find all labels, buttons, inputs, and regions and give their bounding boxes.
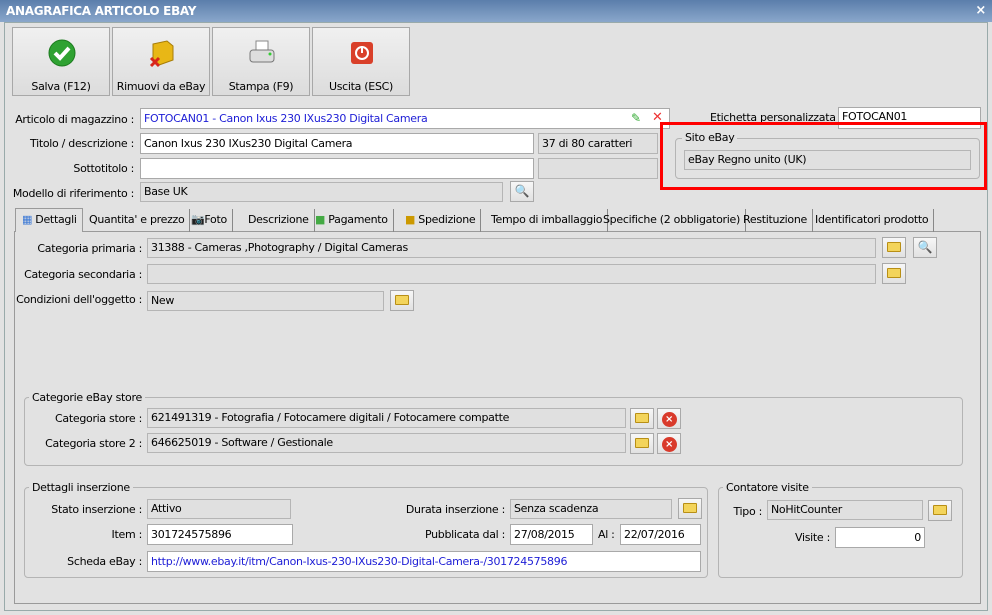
payment-icon: ■ xyxy=(315,213,326,226)
inserzione-legend: Dettagli inserzione xyxy=(29,481,133,494)
save-label: Salva (F12) xyxy=(31,80,91,93)
visite-field[interactable]: 0 xyxy=(835,527,925,548)
search-icon: 🔍 xyxy=(514,184,530,198)
search-icon: 🔍 xyxy=(917,240,933,254)
tipo-field: NoHitCounter xyxy=(767,500,923,520)
title-bar: ANAGRAFICA ARTICOLO EBAY xyxy=(0,0,992,22)
folder-icon xyxy=(887,242,901,252)
box-remove-icon xyxy=(149,40,174,68)
cat-secondaria-browse-button[interactable] xyxy=(882,263,906,284)
tab-spedizione[interactable]: ■ Spedizione xyxy=(400,209,482,232)
cat-primaria-browse-button[interactable] xyxy=(882,237,906,258)
scheda-link[interactable]: http://www.ebay.it/itm/Canon-Ixus-230-IX… xyxy=(147,551,701,572)
sottotitolo-label: Sottotitolo : xyxy=(73,162,134,175)
tab-pagamento[interactable]: ■ Pagamento xyxy=(310,209,394,232)
store1-label: Categoria store : xyxy=(55,412,142,425)
folder-icon xyxy=(887,268,901,278)
char-count: 37 di 80 caratteri xyxy=(538,133,658,154)
condizioni-browse-button[interactable] xyxy=(390,290,414,311)
store2-browse-button[interactable] xyxy=(630,433,654,454)
printer-icon xyxy=(249,40,275,63)
al-label: Al : xyxy=(598,528,615,541)
remove-label: Rimuovi da eBay xyxy=(116,80,206,93)
al-field[interactable]: 22/07/2016 xyxy=(620,524,701,545)
exit-label: Uscita (ESC) xyxy=(328,80,394,93)
store-legend: Categorie eBay store xyxy=(29,391,145,404)
tab-specifiche[interactable]: Specifiche (2 obbligatorie) xyxy=(598,209,746,232)
condizioni-field: New xyxy=(147,291,384,311)
pubblicata-field[interactable]: 27/08/2015 xyxy=(510,524,593,545)
tab-restituzione[interactable]: Restituzione xyxy=(738,209,814,232)
exit-button[interactable]: Uscita (ESC) xyxy=(312,27,410,96)
pubblicata-label: Pubblicata dal : xyxy=(424,528,505,541)
store1-field: 621491319 - Fotografia / Fotocamere digi… xyxy=(147,408,626,428)
store1-delete-button[interactable]: × xyxy=(657,408,681,429)
sottotitolo-count xyxy=(538,158,658,179)
visite-label: Visite : xyxy=(794,531,830,544)
camera-icon: 📷 xyxy=(191,213,205,226)
close-button[interactable]: × xyxy=(975,3,986,18)
tab-tempo-imballaggio[interactable]: Tempo di imballaggio xyxy=(486,209,609,232)
cat-primaria-search-button[interactable]: 🔍 xyxy=(913,237,937,258)
shipping-icon: ■ xyxy=(405,213,416,226)
cat-secondaria-field xyxy=(147,264,876,284)
folder-icon xyxy=(395,295,409,305)
item-field[interactable]: 301724575896 xyxy=(147,524,293,545)
titolo-label: Titolo / descrizione : xyxy=(30,137,134,150)
folder-icon xyxy=(635,438,649,448)
tab-label: Spedizione xyxy=(418,213,476,226)
save-button[interactable]: Salva (F12) xyxy=(12,27,110,96)
power-icon xyxy=(351,42,373,64)
tab-identificatori[interactable]: Identificatori prodotto xyxy=(810,209,935,232)
cat-primaria-label: Categoria primaria : xyxy=(37,242,142,255)
check-icon xyxy=(48,39,76,67)
store2-field: 646625019 - Software / Gestionale xyxy=(147,433,626,453)
tipo-label: Tipo : xyxy=(733,505,762,518)
durata-field: Senza scadenza xyxy=(510,499,672,519)
tab-label: Pagamento xyxy=(328,213,388,226)
durata-label: Durata inserzione : xyxy=(405,503,505,516)
sottotitolo-field[interactable] xyxy=(140,158,534,179)
durata-browse-button[interactable] xyxy=(678,498,702,519)
tab-foto[interactable]: 📷Foto xyxy=(186,209,233,232)
delete-icon: × xyxy=(661,412,677,427)
tab-descrizione[interactable]: Descrizione xyxy=(243,209,315,232)
folder-icon xyxy=(933,505,947,515)
store2-delete-button[interactable]: × xyxy=(657,433,681,454)
cat-primaria-field: 31388 - Cameras ,Photography / Digital C… xyxy=(147,238,876,258)
condizioni-label: Condizioni dell'oggetto : xyxy=(16,293,142,306)
folder-icon xyxy=(635,413,649,423)
delete-icon: × xyxy=(661,437,677,452)
scheda-label: Scheda eBay : xyxy=(67,555,142,568)
modello-search-button[interactable]: 🔍 xyxy=(510,181,534,202)
window-title: ANAGRAFICA ARTICOLO EBAY xyxy=(6,4,197,18)
print-button[interactable]: Stampa (F9) xyxy=(212,27,310,96)
modello-label: Modello di riferimento : xyxy=(12,187,134,200)
store1-browse-button[interactable] xyxy=(630,408,654,429)
tab-dettagli[interactable]: ▦ Dettagli xyxy=(15,208,83,232)
articolo-field[interactable]: FOTOCAN01 - Canon Ixus 230 IXus230 Digit… xyxy=(140,108,670,129)
store2-label: Categoria store 2 : xyxy=(45,437,142,450)
remove-from-ebay-button[interactable]: Rimuovi da eBay xyxy=(112,27,210,96)
tab-quantita[interactable]: Quantita' e prezzo xyxy=(84,209,191,232)
cat-secondaria-label: Categoria secondaria : xyxy=(24,268,142,281)
articolo-label: Articolo di magazzino : xyxy=(15,113,134,126)
titolo-field[interactable]: Canon Ixus 230 IXus230 Digital Camera xyxy=(140,133,534,154)
edit-pencil-icon[interactable]: ✎ xyxy=(631,111,641,125)
item-label: Item : xyxy=(111,528,143,541)
tab-label: Dettagli xyxy=(35,213,77,226)
folder-icon xyxy=(683,503,697,513)
highlight-box xyxy=(660,122,987,190)
modello-field[interactable]: Base UK xyxy=(140,182,503,202)
calendar-icon: ▦ xyxy=(22,213,33,226)
print-label: Stampa (F9) xyxy=(228,80,294,93)
stato-field: Attivo xyxy=(147,499,291,519)
tipo-browse-button[interactable] xyxy=(928,500,952,521)
stato-label: Stato inserzione : xyxy=(51,503,142,516)
contatore-legend: Contatore visite xyxy=(723,481,812,494)
tab-label: Foto xyxy=(204,213,227,226)
